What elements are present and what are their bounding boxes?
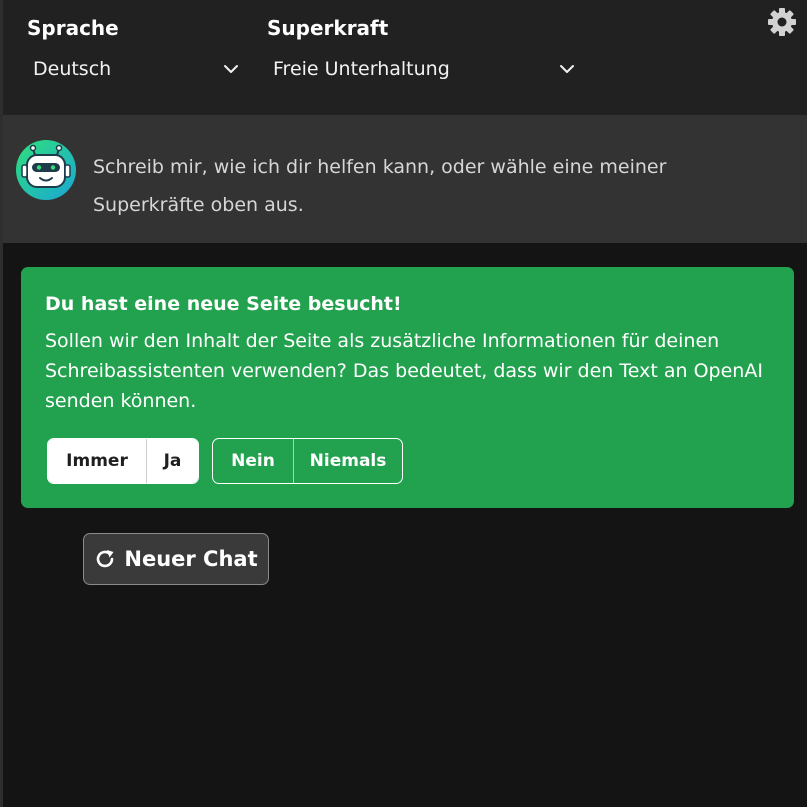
new-chat-label: Neuer Chat [124, 547, 258, 571]
new-chat-button[interactable]: Neuer Chat [83, 533, 269, 585]
gear-icon[interactable] [766, 6, 798, 38]
refresh-icon [97, 550, 114, 568]
chat-panel: Sprache Deutsch Superkraft Freie Unterha… [0, 0, 807, 807]
settings-header: Sprache Deutsch Superkraft Freie Unterha… [3, 0, 807, 115]
language-label: Sprache [27, 16, 119, 40]
assistant-intro-message: Schreib mir, wie ich dir helfen kann, od… [3, 115, 807, 243]
page-content-consent-card: Du hast eine neue Seite besucht! Sollen … [21, 267, 794, 508]
language-select[interactable]: Deutsch [33, 52, 239, 86]
always-button[interactable]: Immer [48, 439, 146, 483]
consent-title: Du hast eine neue Seite besucht! [45, 293, 402, 315]
robot-icon [16, 140, 76, 200]
superpower-select[interactable]: Freie Unterhaltung [273, 52, 575, 86]
superpower-label: Superkraft [267, 16, 389, 40]
no-button[interactable]: Nein [213, 439, 293, 483]
yes-button[interactable]: Ja [146, 439, 198, 483]
chevron-down-icon [560, 65, 574, 73]
accept-button-group: Immer Ja [47, 438, 199, 484]
consent-text: Sollen wir den Inhalt der Seite als zusä… [45, 330, 763, 412]
chevron-down-icon [224, 65, 238, 73]
never-button[interactable]: Niemals [293, 439, 402, 483]
intro-message-text: Schreib mir, wie ich dir helfen kann, od… [93, 156, 667, 216]
language-value: Deutsch [33, 58, 112, 80]
superpower-value: Freie Unterhaltung [273, 58, 450, 80]
decline-button-group: Nein Niemals [212, 438, 403, 484]
